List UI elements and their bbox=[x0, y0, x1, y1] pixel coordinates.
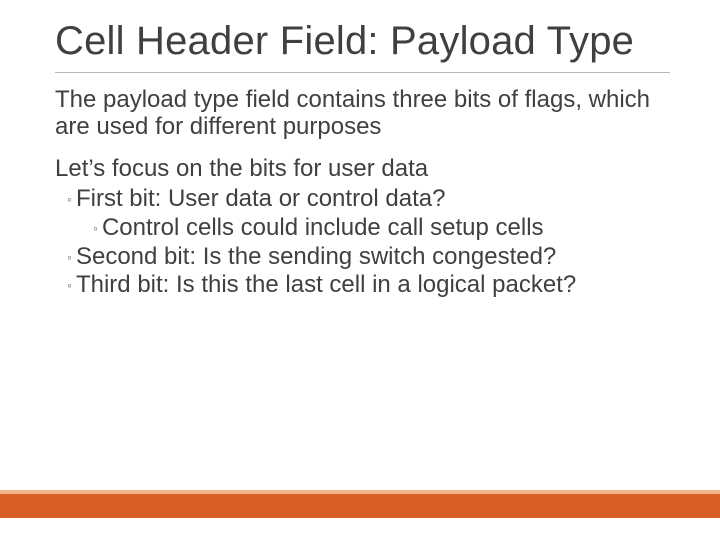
bullet-first-bit: ◦First bit: User data or control data? bbox=[55, 185, 665, 214]
bullet-marker-icon: ◦ bbox=[93, 220, 102, 236]
slide-body: The payload type field contains three bi… bbox=[0, 73, 720, 300]
bullet-third-bit: ◦Third bit: Is this the last cell in a l… bbox=[55, 271, 665, 300]
bullet-text: First bit: User data or control data? bbox=[76, 185, 446, 212]
footer-link[interactable]: WWW.ASSIGNMENTPOINT.COM bbox=[0, 501, 720, 540]
bullet-second-bit: ◦Second bit: Is the sending switch conge… bbox=[55, 243, 665, 272]
bullet-marker-icon: ◦ bbox=[67, 191, 76, 207]
subbullet-control-cells: ◦Control cells could include call setup … bbox=[55, 214, 665, 243]
bullet-marker-icon: ◦ bbox=[67, 277, 76, 293]
bullet-text: Second bit: Is the sending switch conges… bbox=[76, 243, 556, 270]
footer-link-text: WWW.ASSIGNMENTPOINT.COM bbox=[286, 501, 435, 511]
bullet-marker-icon: ◦ bbox=[67, 249, 76, 265]
slide-title: Cell Header Field: Payload Type bbox=[0, 0, 720, 68]
bullet-text: Control cells could include call setup c… bbox=[102, 214, 544, 241]
lead-line: Let’s focus on the bits for user data bbox=[55, 155, 665, 183]
intro-paragraph: The payload type field contains three bi… bbox=[55, 87, 665, 141]
slide: Cell Header Field: Payload Type The payl… bbox=[0, 0, 720, 540]
bullet-text: Third bit: Is this the last cell in a lo… bbox=[76, 271, 576, 298]
